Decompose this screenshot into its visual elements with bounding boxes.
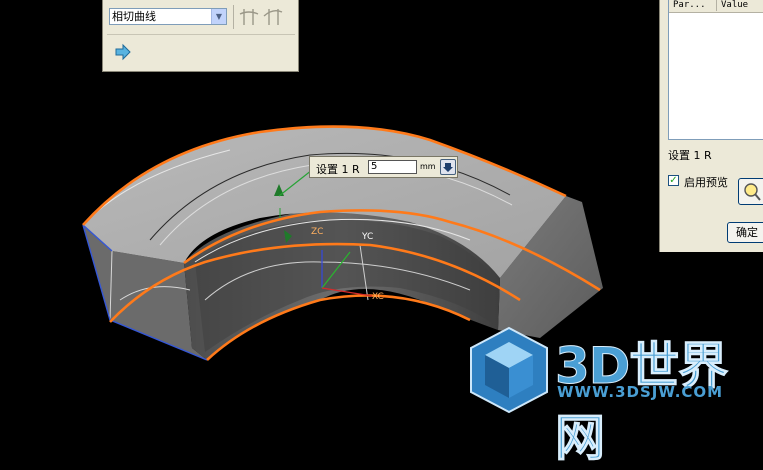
tangent-left-icon[interactable] [239, 6, 259, 26]
curve-toolbar-panel: 相切曲线 ▼ [102, 0, 299, 72]
enable-preview-checkbox[interactable]: ✓ [668, 175, 679, 186]
down-arrow-icon[interactable] [440, 159, 456, 175]
column-header-parameter[interactable]: Par... [673, 0, 706, 11]
enable-preview-label: 启用预览 [684, 176, 728, 189]
next-arrow-icon[interactable] [114, 43, 132, 61]
curve-type-value: 相切曲线 [112, 10, 156, 23]
radius-label: 设置 1 R [316, 163, 360, 176]
xc-axis-label: XC [372, 292, 384, 302]
parameters-panel: Par... Value 设置 1 R ✓ 启用预览 确定 [659, 0, 763, 252]
radius-dimension-input: 设置 1 R 5 mm [309, 156, 458, 178]
watermark-url: WWW.3DSJW.COM [557, 383, 724, 401]
magnifier-icon [744, 183, 761, 201]
zc-axis-label: ZC [311, 227, 324, 237]
ok-button[interactable]: 确定 [727, 222, 763, 243]
chevron-down-icon[interactable]: ▼ [211, 9, 226, 24]
parameters-list-header: Par... Value [669, 0, 763, 13]
yc-axis-label: YC [362, 232, 374, 242]
radius-value-field[interactable]: 5 [368, 160, 417, 174]
curve-type-dropdown[interactable]: 相切曲线 ▼ [109, 8, 227, 25]
column-header-value[interactable]: Value [721, 0, 748, 11]
cube-logo-icon [470, 326, 548, 414]
parameters-list[interactable]: Par... Value [668, 0, 763, 140]
parameter-label: 设置 1 R [668, 149, 712, 162]
toolbar-divider [233, 5, 234, 29]
preview-button[interactable] [738, 178, 763, 205]
radius-unit: mm [420, 162, 436, 171]
tangent-right-icon[interactable] [263, 6, 283, 26]
toolbar-row-divider [107, 34, 295, 35]
